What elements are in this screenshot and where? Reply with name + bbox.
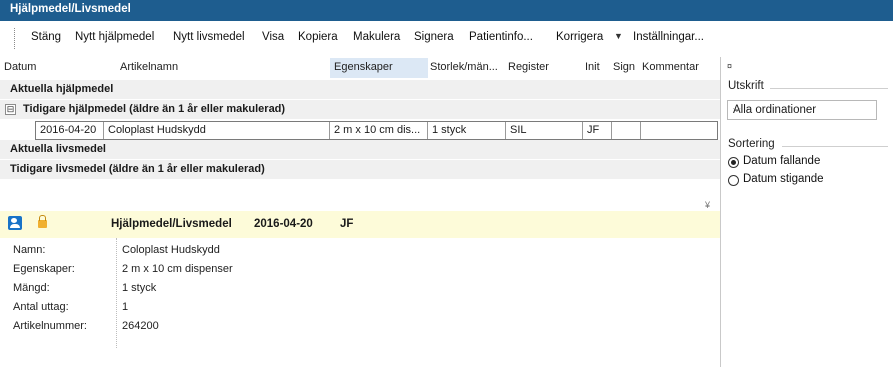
col-kommentar[interactable]: Kommentar [642, 61, 699, 73]
col-storlek[interactable]: Storlek/män... [430, 61, 498, 73]
cell-sign [612, 122, 641, 139]
sort-desc-label[interactable]: Datum fallande [743, 155, 820, 167]
view-button[interactable]: Visa [262, 31, 284, 43]
print-section-rule [770, 88, 888, 89]
detail-value-withdrawals: 1 [122, 301, 129, 313]
col-init[interactable]: Init [585, 61, 600, 73]
detail-label-withdrawals: Antal uttag: [13, 301, 69, 313]
lock-icon [38, 215, 47, 228]
sort-desc-radio[interactable] [728, 157, 739, 168]
cell-storlek: 1 styck [428, 122, 506, 139]
cancel-entry-button[interactable]: Makulera [353, 31, 400, 43]
collapse-icon[interactable]: ⊟ [5, 104, 16, 115]
title-bar: Hjälpmedel/Livsmedel [0, 0, 893, 21]
sort-asc-radio[interactable] [728, 175, 739, 186]
detail-value-quantity: 1 styck [122, 282, 157, 294]
detail-title: Hjälpmedel/Livsmedel [111, 218, 232, 230]
col-egenskaper[interactable]: Egenskaper [334, 61, 393, 73]
detail-label-article-number: Artikelnummer: [13, 320, 87, 332]
toolbar: Stäng Nytt hjälpmedel Nytt livsmedel Vis… [0, 21, 893, 57]
cell-kommentar [641, 122, 717, 139]
toolbar-grip[interactable] [14, 28, 17, 49]
sign-button[interactable]: Signera [414, 31, 454, 43]
detail-date: 2016-04-20 [254, 218, 313, 230]
window-title: Hjälpmedel/Livsmedel [10, 3, 131, 15]
pin-icon[interactable]: ¤ [727, 61, 732, 71]
detail-divider [116, 238, 118, 348]
copy-button[interactable]: Kopiera [298, 31, 338, 43]
detail-value-name: Coloplast Hudskydd [122, 244, 220, 256]
correct-dropdown-icon[interactable]: ▼ [614, 31, 623, 41]
col-register[interactable]: Register [508, 61, 549, 73]
correct-button[interactable]: Korrigera [556, 31, 603, 43]
cell-artikelnamn: Coloplast Hudskydd [104, 122, 330, 139]
detail-value-properties: 2 m x 10 cm dispenser [122, 263, 233, 275]
cell-egenskaper: 2 m x 10 cm dis... [330, 122, 428, 139]
detail-value-article-number: 264200 [122, 320, 159, 332]
panel-divider[interactable] [720, 57, 721, 367]
cell-register: SIL [506, 122, 583, 139]
col-datum[interactable]: Datum [4, 61, 36, 73]
sort-section-title: Sortering [728, 138, 775, 150]
cell-init: JF [583, 122, 612, 139]
patient-icon[interactable] [8, 216, 22, 230]
detail-header: Hjälpmedel/Livsmedel 2016-04-20 JF [0, 211, 720, 238]
new-food-button[interactable]: Nytt livsmedel [173, 31, 245, 43]
expand-detail-icon[interactable]: ¥ [705, 200, 710, 210]
detail-label-properties: Egenskaper: [13, 263, 75, 275]
table-row[interactable]: 2016-04-20 Coloplast Hudskydd 2 m x 10 c… [35, 121, 718, 140]
print-select[interactable]: Alla ordinationer ⌵ [727, 100, 877, 120]
group-current-food[interactable]: Aktuella livsmedel [0, 140, 720, 159]
close-button[interactable]: Stäng [31, 31, 61, 43]
group-label: Aktuella hjälpmedel [10, 83, 114, 95]
group-previous-aids[interactable]: ⊟ Tidigare hjälpmedel (äldre än 1 år ell… [0, 100, 720, 119]
detail-label-quantity: Mängd: [13, 282, 50, 294]
group-label: Tidigare hjälpmedel (äldre än 1 år eller… [23, 103, 286, 115]
group-label: Aktuella livsmedel [10, 143, 106, 155]
cell-datum: 2016-04-20 [36, 122, 104, 139]
sort-asc-label[interactable]: Datum stigande [743, 173, 824, 185]
chevron-down-icon: ⌵ [733, 104, 741, 115]
col-sign[interactable]: Sign [613, 61, 635, 73]
group-previous-food[interactable]: Tidigare livsmedel (äldre än 1 år eller … [0, 160, 720, 179]
group-current-aids[interactable]: Aktuella hjälpmedel [0, 80, 720, 99]
sort-section-rule [782, 146, 888, 147]
detail-label-name: Namn: [13, 244, 46, 256]
col-artikelnamn[interactable]: Artikelnamn [120, 61, 178, 73]
detail-init: JF [340, 218, 354, 230]
print-section-title: Utskrift [728, 80, 764, 92]
new-aid-button[interactable]: Nytt hjälpmedel [75, 31, 154, 43]
patient-info-button[interactable]: Patientinfo... [469, 31, 533, 43]
app-window: Hjälpmedel/Livsmedel Stäng Nytt hjälpmed… [0, 0, 893, 367]
grid-header: Datum Artikelnamn Egenskaper Storlek/män… [0, 58, 720, 78]
settings-button[interactable]: Inställningar... [633, 31, 704, 43]
group-label: Tidigare livsmedel (äldre än 1 år eller … [10, 163, 265, 175]
